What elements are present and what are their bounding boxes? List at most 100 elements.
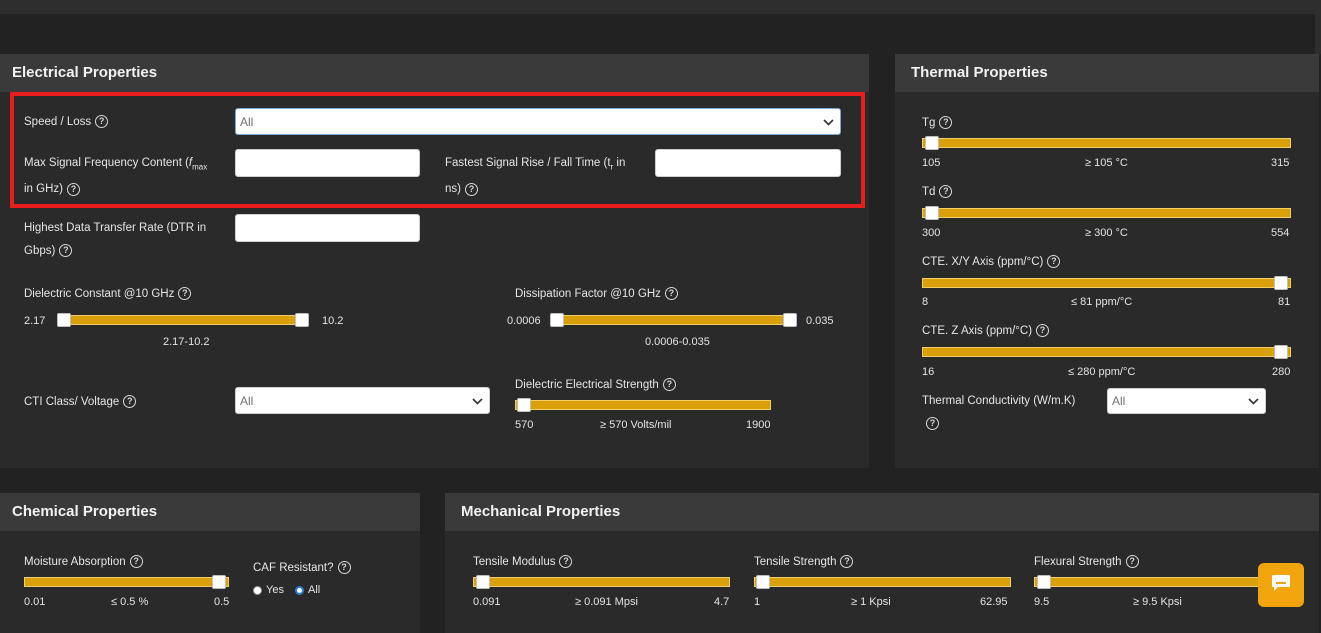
cti-label: CTI Class/ Voltage? [24, 391, 137, 414]
dk-slider-track[interactable] [58, 315, 308, 325]
dk-min: 2.17 [24, 315, 46, 327]
rise-time-label: Fastest Signal Rise / Fall Time (tr in n… [445, 157, 626, 196]
flexural-strength-value: ≥ 9.5 Kpsi [1133, 596, 1182, 608]
dk-slider-low-thumb[interactable] [57, 313, 71, 327]
moisture-label: Moisture Absorption? [24, 551, 143, 574]
cte-xy-slider-thumb[interactable] [1274, 276, 1288, 290]
flexural-strength-label: Flexural Strength? [1034, 551, 1139, 574]
cte-z-slider-track[interactable] [922, 347, 1291, 357]
df-min: 0.0006 [507, 315, 541, 327]
flexural-strength-slider-track[interactable] [1034, 577, 1291, 587]
dissipation-factor-label: Dissipation Factor @10 GHz? [515, 283, 678, 306]
mechanical-title: Mechanical Properties [445, 493, 1319, 531]
help-icon[interactable]: ? [1036, 324, 1050, 338]
tensile-strength-value: ≥ 1 Kpsi [851, 596, 891, 608]
caf-radio-all[interactable]: All [295, 584, 320, 596]
tensile-modulus-value: ≥ 0.091 Mpsi [575, 596, 638, 608]
help-icon[interactable]: ? [129, 555, 143, 569]
df-slider-low-thumb[interactable] [550, 313, 564, 327]
dtr-input[interactable] [235, 214, 420, 242]
help-icon[interactable]: ? [664, 287, 678, 301]
des-slider-thumb[interactable] [517, 398, 531, 412]
tensile-modulus-label: Tensile Modulus? [473, 551, 573, 574]
help-icon[interactable]: ? [939, 185, 953, 199]
cte-z-value: ≤ 280 ppm/°C [1068, 366, 1136, 378]
cte-xy-min: 8 [922, 296, 929, 308]
des-slider-track[interactable] [515, 400, 771, 410]
caf-options: Yes All [253, 584, 320, 596]
flexural-strength-slider-thumb[interactable] [1037, 575, 1051, 589]
td-min: 300 [922, 227, 941, 239]
cte-z-slider-thumb[interactable] [1274, 345, 1288, 359]
cte-xy-max: 81 [1278, 296, 1291, 308]
tg-slider-track[interactable] [922, 138, 1291, 148]
tensile-modulus-max: 4.7 [714, 596, 730, 608]
td-max: 554 [1271, 227, 1290, 239]
dk-range: 2.17-10.2 [163, 336, 210, 348]
df-slider-track[interactable] [551, 315, 796, 325]
mechanical-panel: Mechanical Properties [445, 493, 1319, 633]
speed-loss-select[interactable]: All [235, 108, 841, 135]
td-label: Td? [922, 181, 953, 204]
conductivity-select[interactable]: All [1107, 388, 1266, 414]
help-icon[interactable]: ? [1125, 555, 1139, 569]
help-icon[interactable]: ? [559, 555, 573, 569]
help-icon[interactable]: ? [464, 182, 478, 196]
help-icon[interactable]: ? [939, 116, 953, 130]
moisture-value: ≤ 0.5 % [111, 596, 149, 608]
tensile-modulus-slider-track[interactable] [473, 577, 730, 587]
des-value: ≥ 570 Volts/mil [600, 419, 672, 431]
thermal-title: Thermal Properties [895, 54, 1319, 92]
tensile-strength-slider-thumb[interactable] [756, 575, 770, 589]
tg-max: 315 [1271, 157, 1290, 169]
df-max: 0.035 [806, 315, 834, 327]
td-slider-track[interactable] [922, 208, 1291, 218]
cte-xy-slider-track[interactable] [922, 278, 1291, 288]
dk-max: 10.2 [322, 315, 344, 327]
tensile-modulus-min: 0.091 [473, 596, 501, 608]
chat-bubble-icon [1270, 573, 1292, 598]
help-icon[interactable]: ? [123, 395, 137, 409]
tg-slider-thumb[interactable] [925, 136, 939, 150]
top-bar-edge [1315, 14, 1321, 54]
help-icon[interactable]: ? [840, 555, 854, 569]
cte-z-label: CTE. Z Axis (ppm/°C)? [922, 320, 1050, 343]
help-icon[interactable]: ? [926, 417, 939, 431]
flexural-strength-min: 9.5 [1034, 596, 1050, 608]
help-icon[interactable]: ? [1047, 255, 1061, 269]
des-min: 570 [515, 419, 534, 431]
tg-value: ≥ 105 °C [1085, 157, 1128, 169]
td-value: ≥ 300 °C [1085, 227, 1128, 239]
moisture-slider-track[interactable] [24, 577, 229, 587]
help-icon[interactable]: ? [662, 378, 676, 392]
help-icon[interactable]: ? [337, 561, 351, 575]
tensile-modulus-slider-thumb[interactable] [476, 575, 490, 589]
cti-select[interactable]: All [235, 387, 490, 414]
dk-slider-high-thumb[interactable] [295, 313, 309, 327]
caf-radio-yes[interactable]: Yes [253, 584, 284, 596]
des-label: Dielectric Electrical Strength? [515, 374, 676, 397]
cte-xy-label: CTE. X/Y Axis (ppm/°C)? [922, 251, 1061, 274]
max-freq-label: Max Signal Frequency Content (fmax in GH… [24, 157, 208, 196]
chevron-down-icon [823, 115, 834, 129]
help-icon[interactable]: ? [66, 182, 80, 196]
td-slider-thumb[interactable] [925, 206, 939, 220]
moisture-max: 0.5 [214, 596, 230, 608]
help-icon[interactable]: ? [178, 287, 192, 301]
df-slider-high-thumb[interactable] [783, 313, 797, 327]
help-icon[interactable]: ? [95, 115, 109, 129]
cte-z-max: 280 [1272, 366, 1291, 378]
max-freq-input[interactable] [235, 149, 420, 177]
chat-button[interactable] [1258, 563, 1304, 607]
chevron-down-icon [472, 394, 483, 408]
speed-loss-label: Speed / Loss? [24, 111, 109, 134]
cte-xy-value: ≤ 81 ppm/°C [1071, 296, 1133, 308]
moisture-slider-thumb[interactable] [212, 575, 226, 589]
rise-time-input[interactable] [655, 149, 841, 177]
df-range: 0.0006-0.035 [645, 336, 710, 348]
help-icon[interactable]: ? [59, 244, 73, 258]
conductivity-label: Thermal Conductivity (W/m.K) ? [922, 395, 1076, 431]
caf-label: CAF Resistant?? [253, 557, 351, 580]
electrical-title: Electrical Properties [0, 54, 869, 92]
tensile-strength-slider-track[interactable] [754, 577, 1011, 587]
